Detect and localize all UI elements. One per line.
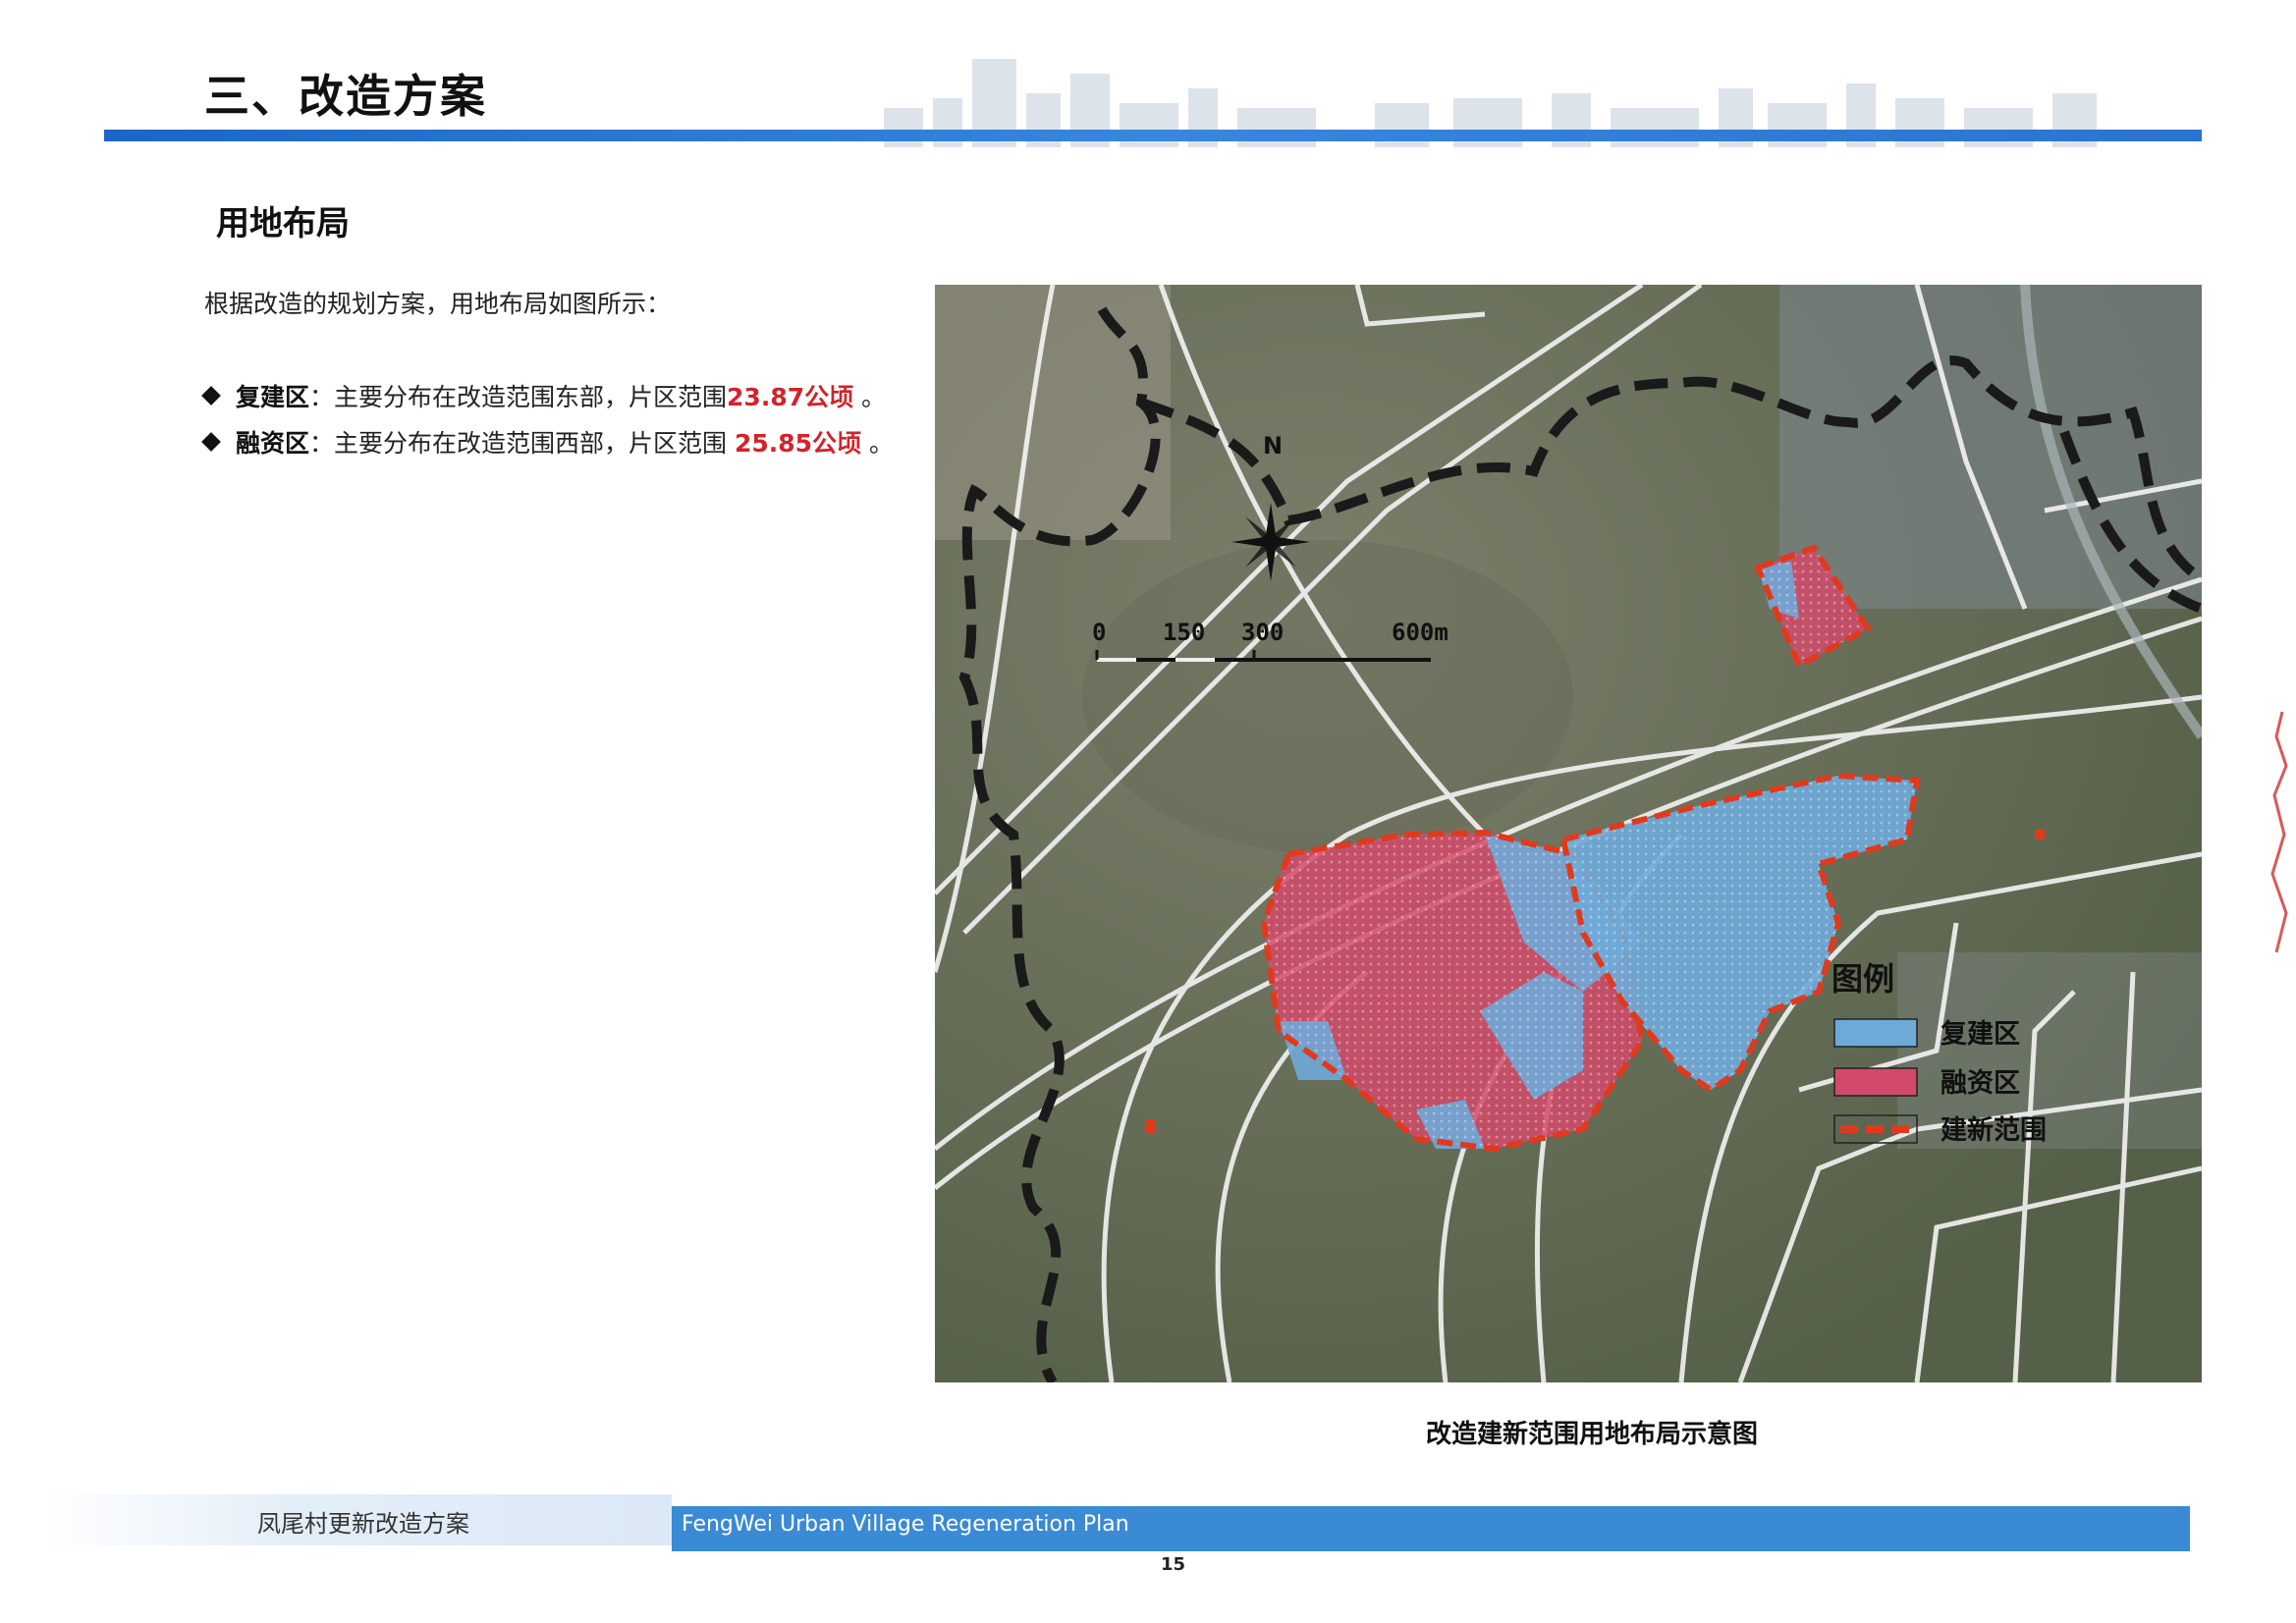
legend-swatch-rebuild xyxy=(1833,1018,1918,1048)
stamp-mark xyxy=(2270,711,2288,953)
diamond-bullet-icon xyxy=(201,432,221,452)
legend-swatch-financing xyxy=(1833,1067,1918,1097)
bullet-term: 复建区 xyxy=(236,383,310,411)
bullet-end: 。 xyxy=(869,429,895,458)
header-divider xyxy=(104,130,2202,141)
bullet-value: 23.87公顷 xyxy=(727,383,854,411)
scale-label: 300 xyxy=(1241,619,1284,646)
diamond-bullet-icon xyxy=(201,386,221,406)
bullet-text: ：主要分布在改造范围西部，片区范围 xyxy=(309,429,735,458)
urban-patch xyxy=(1779,285,2202,609)
legend-label: 复建区 xyxy=(1941,1019,2020,1050)
page-number: 15 xyxy=(1161,1554,1186,1575)
footer-right-text: FengWei Urban Village Regeneration Plan xyxy=(682,1512,1129,1537)
section-title: 用地布局 xyxy=(216,204,350,243)
land-use-map: N 0 150 300 600m 图例 复建区 融资区 建新范围 xyxy=(935,285,2202,1382)
page-title: 三、改造方案 xyxy=(204,70,487,123)
red-marker xyxy=(1146,1119,1156,1133)
legend-label: 建新范围 xyxy=(1941,1114,2047,1146)
terrain-patch xyxy=(1082,540,1573,854)
scale-label: 150 xyxy=(1163,619,1205,646)
scale-label: 0 xyxy=(1092,619,1106,646)
scale-label: 600m xyxy=(1392,619,1449,646)
map-caption: 改造建新范围用地布局示意图 xyxy=(1426,1420,1759,1449)
bullet-item: 复建区：主要分布在改造范围东部，片区范围23.87公顷 。 xyxy=(201,378,887,413)
north-label: N xyxy=(1263,432,1283,460)
bullet-value: 25.85公顷 xyxy=(734,429,862,458)
intro-text: 根据改造的规划方案，用地布局如图所示： xyxy=(204,290,672,318)
footer-left-text: 凤尾村更新改造方案 xyxy=(257,1510,469,1538)
bullet-end: 。 xyxy=(861,383,887,411)
bullet-item: 融资区：主要分布在改造范围西部，片区范围 25.85公顷 。 xyxy=(201,424,895,460)
legend-label: 融资区 xyxy=(1941,1068,2020,1099)
bullet-text: ：主要分布在改造范围东部，片区范围 xyxy=(309,383,728,411)
red-marker xyxy=(2035,830,2045,839)
bullet-term: 融资区 xyxy=(236,429,310,458)
legend-title: 图例 xyxy=(1831,960,1894,998)
